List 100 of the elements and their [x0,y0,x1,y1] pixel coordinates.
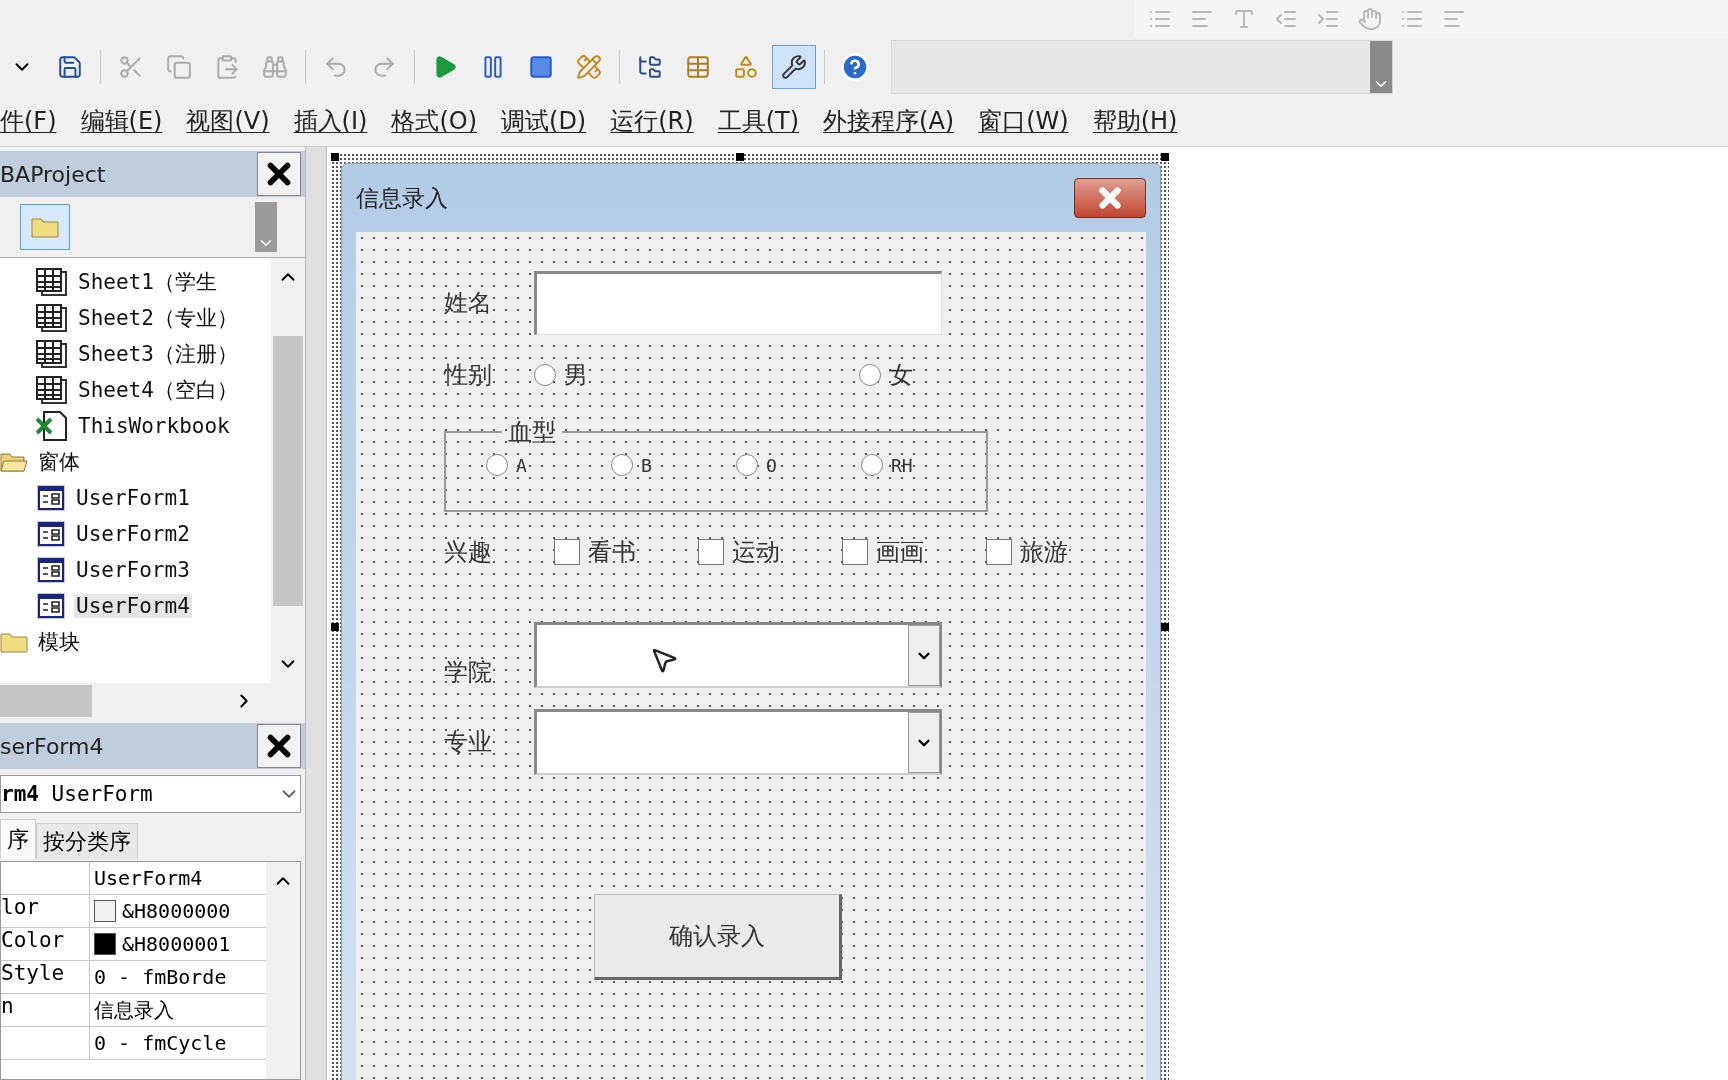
worksheet-icon [36,304,68,332]
major-dropdown[interactable] [534,709,942,775]
dropdown-button[interactable] [908,712,940,773]
option-label: 运动 [732,537,780,568]
tree-item[interactable]: Sheet3（注册） [76,340,240,368]
scroll-button[interactable] [255,202,277,252]
text-icon[interactable] [1232,7,1256,31]
option-label: 看书 [588,537,636,568]
checkbox[interactable] [554,539,580,565]
menu-item[interactable]: 插入(I) [293,105,368,137]
tree-item[interactable]: UserForm3 [74,558,192,582]
folder-icon [31,215,59,239]
property-value[interactable]: UserForm4 [90,862,266,894]
tree-item[interactable]: UserForm2 [74,522,192,546]
resize-handle[interactable] [1161,153,1169,161]
tree-item[interactable]: Sheet1（学生 [76,268,219,296]
property-value[interactable]: 0 - fmBorde [90,961,266,993]
radio-button[interactable] [859,364,881,386]
tab[interactable]: 按分类序 [36,823,138,859]
form-icon [36,484,66,512]
menu-item[interactable]: 帮助(H) [1092,105,1178,137]
vertical-scrollbar[interactable] [271,258,305,683]
resize-handle[interactable] [331,623,339,631]
binoculars-icon [262,54,288,80]
close-button[interactable] [257,724,301,768]
property-value[interactable]: 0 - fmCycle [90,1027,266,1059]
field-label: 专业 [444,727,493,758]
table-icon [685,54,711,80]
property-value[interactable]: &H8000001 [90,928,266,960]
tab[interactable]: 序 [0,819,36,859]
menu-item[interactable]: 调试(D) [501,105,587,137]
radio-button[interactable] [861,454,883,476]
shapes-icon [733,54,759,80]
worksheet-icon [36,268,68,296]
panel-title: BAProject [0,161,106,187]
help-icon [840,52,870,82]
hand-icon[interactable] [1358,7,1382,31]
object-select[interactable]: rm4 UserForm [0,775,301,813]
toggle-folders-button[interactable] [20,204,70,250]
close-button[interactable] [257,152,301,196]
radio-button[interactable] [736,454,758,476]
resize-handle[interactable] [331,153,339,161]
tree-item[interactable]: UserForm4 [74,594,192,618]
radio-button[interactable] [611,454,633,476]
dropdown-button[interactable] [908,625,940,686]
toolbar-field[interactable] [891,40,1393,94]
menu-item[interactable]: 件(F) [0,105,57,137]
option-label: RH [891,454,913,476]
field-label: 学院 [444,657,493,688]
scroll-button[interactable] [1370,41,1392,93]
menu-item[interactable]: 格式(O) [391,105,477,137]
tree-item[interactable]: Sheet2（专业） [76,304,240,332]
form-icon [36,520,66,548]
wrench-icon [781,54,807,80]
option-label: B [641,454,652,476]
stop-icon [528,54,554,80]
option-label: O [766,454,777,476]
resize-handle[interactable] [1161,623,1169,631]
tree-item[interactable]: ThisWorkbook [76,414,232,438]
radio-button[interactable] [534,364,556,386]
property-name: Style [1,961,90,993]
checkbox[interactable] [842,539,868,565]
undo-icon [323,54,349,80]
menu-item[interactable]: 外接程序(A) [823,105,955,137]
menu-item[interactable]: 编辑(E) [80,105,163,137]
field-label: 性别 [444,360,493,391]
redo-icon [371,54,397,80]
tree-item[interactable]: 模块 [36,628,82,656]
field-label: 姓名 [444,288,493,319]
close-button[interactable] [1074,178,1146,218]
name-field[interactable] [534,271,942,335]
menu-item[interactable]: 工具(T) [717,105,800,137]
college-dropdown[interactable] [534,622,942,688]
frame-label: 血型 [507,417,557,448]
property-name: n [1,994,90,1026]
radio-button[interactable] [486,454,508,476]
vertical-scrollbar[interactable] [266,862,300,1079]
resize-handle[interactable] [736,153,744,161]
option-label: 男 [564,360,588,391]
tree-icon [637,54,663,80]
checkbox[interactable] [698,539,724,565]
worksheet-icon [36,376,68,404]
submit-button[interactable]: 确认录入 [594,894,842,980]
option-label: A [516,454,527,476]
checkbox[interactable] [986,539,1012,565]
tree-item[interactable]: Sheet4（空白） [76,376,240,404]
workbook-icon [36,411,68,441]
menu-item[interactable]: 视图(V) [186,105,270,137]
property-value[interactable]: &H8000000 [90,895,266,927]
menu-item[interactable]: 运行(R) [610,105,694,137]
menu-item[interactable]: 窗口(W) [978,105,1069,137]
toolbox-button[interactable] [772,45,816,89]
property-value[interactable]: 信息录入 [90,994,266,1026]
tree-item[interactable]: 窗体 [36,448,82,476]
property-name: lor [1,895,90,927]
option-label: 旅游 [1020,537,1068,568]
panel-title: serForm4 [0,733,104,759]
scissors-icon [118,54,144,80]
tree-item[interactable]: UserForm1 [74,486,192,510]
form-title: 信息录入 [356,183,448,213]
